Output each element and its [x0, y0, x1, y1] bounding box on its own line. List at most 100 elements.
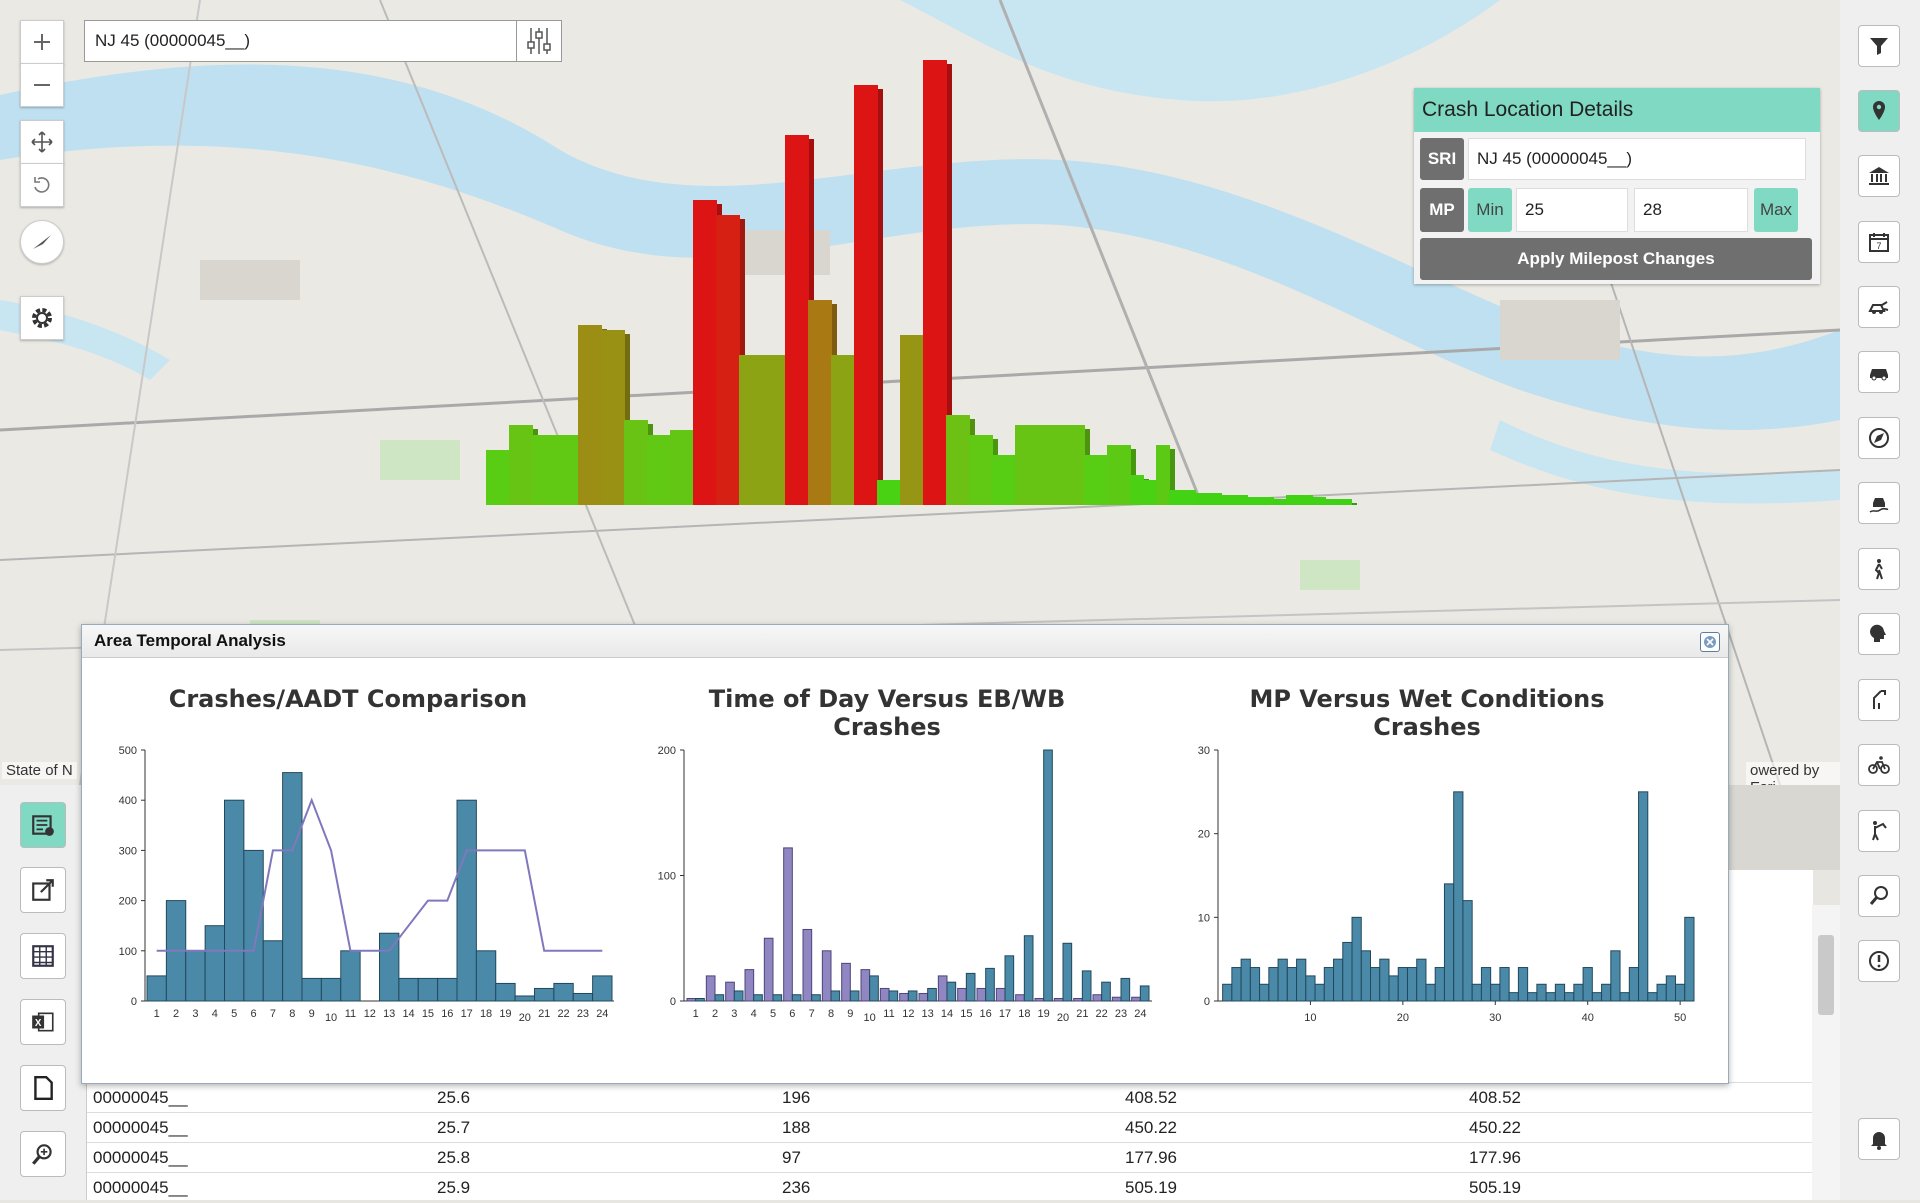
table-scrollbar[interactable] [1812, 905, 1840, 1200]
chart1-xtick-label: 6 [251, 1008, 257, 1020]
chart2-bar-eb [686, 997, 697, 1002]
excel-button[interactable]: X [20, 999, 66, 1045]
sliders-icon [527, 28, 551, 54]
chart2-bar-wb [714, 994, 725, 1002]
chart1-bar [224, 799, 245, 1002]
car-button[interactable] [1858, 351, 1900, 393]
rotate-button[interactable] [20, 163, 64, 207]
chart3-bar [1665, 975, 1677, 1002]
chart3-bar [1388, 975, 1399, 1002]
chart2-bar-eb [860, 969, 871, 1002]
chart3-bar [1443, 883, 1455, 1002]
bar-3d [762, 355, 786, 505]
pedestrian-button[interactable] [1858, 548, 1900, 590]
document-button[interactable] [20, 1065, 66, 1111]
road-turn-icon [1873, 690, 1886, 709]
bar-3d [877, 480, 901, 505]
calendar-button[interactable]: 7 [1858, 221, 1900, 263]
chart2-xtick-label: 3 [731, 1008, 737, 1020]
chart1-bar [262, 940, 284, 1002]
external-edit-button[interactable] [20, 867, 66, 913]
chart3-bar [1471, 983, 1482, 1002]
table-add-button[interactable] [20, 802, 66, 848]
chart3-bar [1259, 983, 1270, 1002]
chart3-bar [1499, 967, 1510, 1002]
table-row[interactable]: 00000045__ 25.8 97 177.96 177.96 [87, 1142, 1813, 1173]
table-row[interactable]: 00000045__ 25.7 188 450.22 450.22 [87, 1112, 1813, 1143]
chart2-bar-wb [791, 994, 802, 1002]
chart3-bar [1351, 916, 1362, 1002]
chart2-bar-eb [705, 975, 716, 1002]
chart1-ytick-label: 300 [119, 845, 137, 857]
chart2-xtick-label: 12 [902, 1008, 914, 1020]
bar-3d [1015, 425, 1039, 505]
table-button[interactable] [20, 933, 66, 979]
bar-3d [555, 435, 579, 505]
head-icon [1870, 624, 1886, 642]
table-cell: 177.96 [1469, 1148, 1521, 1167]
min-mp-input[interactable]: 25 [1516, 188, 1628, 232]
bar-3d [1338, 499, 1352, 505]
chart2-bar-eb [744, 969, 755, 1002]
max-mp-input[interactable]: 28 [1634, 188, 1748, 232]
bar-3d [1260, 497, 1274, 505]
bar-3d [946, 415, 970, 505]
chart2-bar-eb [802, 928, 813, 1002]
close-panel-button[interactable] [1700, 632, 1720, 652]
chart1-bar [592, 975, 613, 1002]
route-search-box[interactable] [84, 20, 562, 62]
chart2-xtick-label: 4 [751, 1008, 757, 1020]
zoom-out-button[interactable] [20, 63, 64, 107]
chart1-ytick-label: 0 [131, 996, 137, 1008]
chart2-xtick-label: 20 [1057, 1012, 1069, 1024]
table-cell: 505.19 [1469, 1178, 1521, 1197]
search-person-button[interactable] [1858, 875, 1900, 917]
vehicle-crash-button[interactable] [1858, 286, 1900, 328]
bell-button[interactable] [1858, 1118, 1900, 1160]
road-turn-button[interactable] [1858, 679, 1900, 721]
alert-circle-button[interactable] [1858, 940, 1900, 982]
map-attribution-right: owered by Esri [1746, 762, 1840, 785]
panel-title: Area Temporal Analysis [82, 625, 1728, 658]
chart2-bar-eb [1073, 997, 1083, 1002]
compass-button[interactable] [1858, 417, 1900, 459]
location-pin-button[interactable] [1858, 90, 1900, 132]
chart1-xtick-label: 16 [441, 1008, 453, 1020]
scrollbar-thumb[interactable] [1818, 935, 1834, 1015]
table-row[interactable]: 00000045__ 25.6 196 408.52 408.52 [87, 1082, 1813, 1113]
route-search-input[interactable] [85, 21, 516, 61]
chart1-bar [340, 950, 361, 1002]
chart2-bar-wb [1062, 942, 1073, 1002]
map-attribution-left: State of N [2, 762, 77, 779]
chart3-bar [1323, 967, 1335, 1002]
search-options-button[interactable] [516, 21, 561, 61]
chart3-bar [1249, 967, 1261, 1002]
compass-button[interactable] [20, 220, 64, 264]
worker-button[interactable] [1858, 810, 1900, 852]
bar-3d [1286, 495, 1300, 505]
apply-milepost-button[interactable]: Apply Milepost Changes [1420, 238, 1812, 280]
chart2-bar-wb [907, 990, 918, 1002]
settings-button[interactable] [20, 296, 64, 340]
compass-needle-icon [33, 235, 51, 249]
zoom-in-button[interactable] [20, 20, 64, 64]
pan-button[interactable] [20, 120, 64, 164]
sri-field[interactable]: NJ 45 (00000045__) [1468, 138, 1806, 180]
car-icon [1870, 369, 1888, 381]
chart3-ytick-label: 30 [1198, 745, 1210, 757]
chart2-bar-eb [937, 975, 948, 1002]
table-row[interactable]: 00000045__ 25.9 236 505.19 505.19 [87, 1172, 1813, 1203]
car-skid-button[interactable] [1858, 482, 1900, 524]
zoom-search-button[interactable] [20, 1131, 66, 1177]
filter-button[interactable] [1858, 25, 1900, 67]
table-cell: 97 [782, 1148, 801, 1167]
bicycle-button[interactable] [1858, 744, 1900, 786]
chart3-bar [1647, 992, 1658, 1002]
bell-icon [1871, 1132, 1887, 1150]
head-button[interactable] [1858, 613, 1900, 655]
chart2-bar-wb [1139, 985, 1150, 1002]
chart2-xtick-label: 19 [1038, 1008, 1050, 1020]
bank-button[interactable] [1858, 155, 1900, 197]
table-cell: 188 [782, 1118, 811, 1137]
chart3-bar [1508, 992, 1519, 1002]
